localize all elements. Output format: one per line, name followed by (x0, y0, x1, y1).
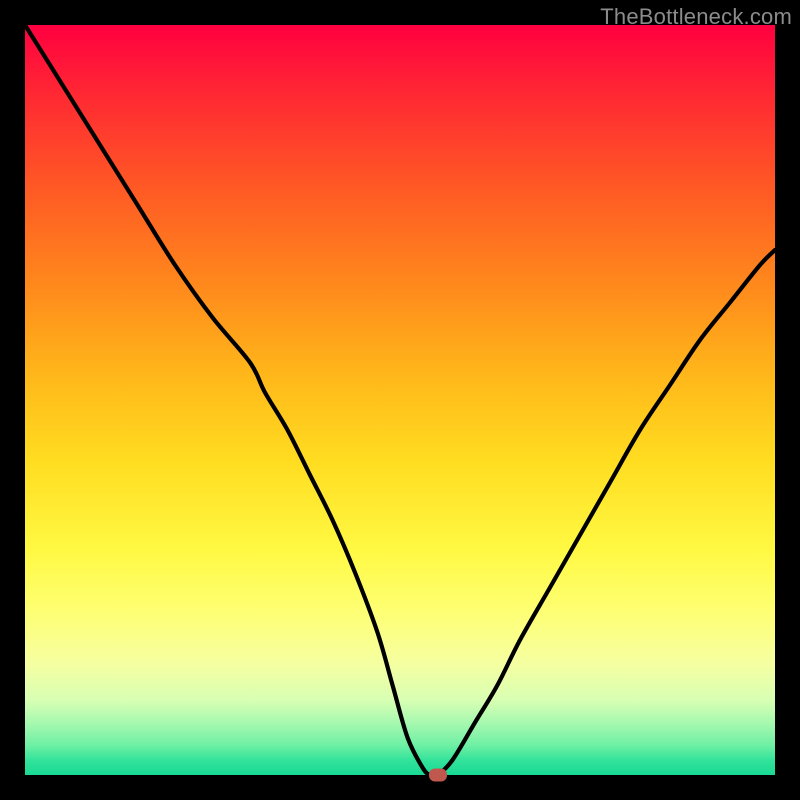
plot-area (25, 25, 775, 775)
bottleneck-curve (25, 25, 775, 775)
watermark-text: TheBottleneck.com (600, 4, 792, 30)
chart-frame: TheBottleneck.com (0, 0, 800, 800)
optimal-point-marker (429, 769, 447, 782)
